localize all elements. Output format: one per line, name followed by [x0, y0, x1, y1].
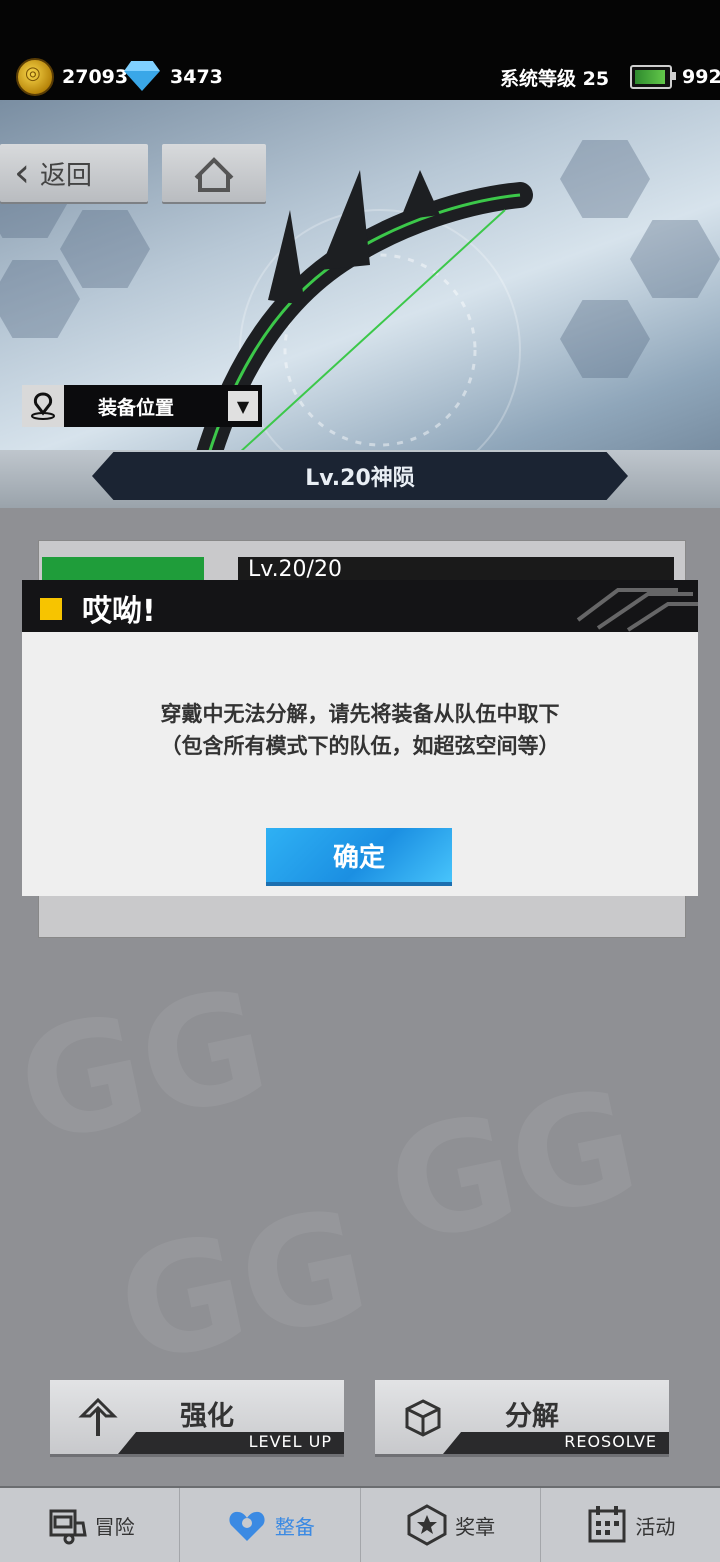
truck-icon [49, 1509, 87, 1545]
system-level: 系统等级 25 [500, 67, 610, 90]
dropdown-arrow-icon: ▼ [228, 391, 258, 421]
calendar-icon [588, 1506, 626, 1543]
item-name: Lv.20神陨 [92, 452, 628, 500]
dialog-header: 哎呦! [22, 580, 698, 632]
tab-medal-label: 奖章 [455, 1514, 496, 1539]
home-icon [194, 157, 234, 192]
background-watermark: GG [104, 1176, 382, 1398]
alert-dialog: 哎呦! 穿戴中无法分解，请先将装备从队伍中取下 （包含所有模式下的队伍，如超弦空… [22, 580, 698, 896]
battery-icon [630, 65, 676, 89]
tab-adventure-label: 冒险 [94, 1514, 135, 1539]
stamina-amount: 992 [682, 66, 720, 88]
tab-medal[interactable]: 奖章 [361, 1488, 541, 1562]
map-pin-icon [22, 385, 64, 427]
dialog-title: 哎呦! [82, 594, 156, 629]
gem-counter: 3473 [124, 58, 223, 96]
top-status-bar: 27093 3473 系统等级 25 992 [0, 0, 720, 100]
enhance-button[interactable]: 强化 LEVEL UP [50, 1380, 344, 1454]
upgrade-arrow-icon [78, 1398, 118, 1436]
heart-gear-icon [229, 1511, 265, 1541]
back-button-label: 返回 [40, 160, 93, 191]
dialog-message: 穿戴中无法分解，请先将装备从队伍中取下 （包含所有模式下的队伍，如超弦空间等） [22, 698, 698, 762]
dialog-body: 穿戴中无法分解，请先将装备从队伍中取下 （包含所有模式下的队伍，如超弦空间等） … [22, 632, 698, 896]
resolve-button[interactable]: 分解 REOSOLVE [375, 1380, 669, 1454]
chevron-left-icon: ‹ [14, 150, 30, 196]
dialog-message-line2: （包含所有模式下的队伍，如超弦空间等） [160, 734, 560, 758]
coin-amount: 27093 [62, 66, 129, 88]
bottom-tab-bar: 冒险 整备 奖章 活动 [0, 1486, 720, 1562]
tab-equip-label: 整备 [274, 1514, 315, 1539]
item-name-bar: Lv.20神陨 [0, 450, 720, 520]
background-watermark: GG [4, 956, 282, 1178]
confirm-button[interactable]: 确定 [266, 828, 452, 882]
coin-counter: 27093 [16, 58, 128, 96]
cube-icon [405, 1399, 441, 1437]
diamond-icon [124, 71, 160, 91]
enhance-label: 强化 [180, 1401, 234, 1432]
resolve-sublabel: REOSOLVE [443, 1432, 669, 1454]
stamina-counter: 992 [630, 58, 720, 96]
tab-equip[interactable]: 整备 [180, 1488, 361, 1562]
tab-events[interactable]: 活动 [541, 1488, 720, 1562]
location-label: 装备位置 [98, 396, 175, 419]
enhance-sublabel: LEVEL UP [118, 1432, 344, 1454]
home-button[interactable] [162, 144, 266, 202]
equipment-location-selector[interactable]: 装备位置 ▼ [22, 385, 262, 427]
tab-adventure[interactable]: 冒险 [0, 1488, 181, 1562]
header-decoration [576, 588, 698, 632]
coin-icon [16, 58, 54, 96]
tab-events-label: 活动 [635, 1514, 676, 1539]
dialog-message-line1: 穿戴中无法分解，请先将装备从队伍中取下 [160, 702, 560, 726]
gem-amount: 3473 [170, 66, 223, 88]
star-badge-icon [407, 1504, 447, 1546]
back-button[interactable]: ‹ 返回 [0, 144, 148, 202]
resolve-label: 分解 [505, 1401, 559, 1432]
yellow-square-icon [40, 598, 62, 620]
background-watermark: GG [374, 1056, 652, 1278]
